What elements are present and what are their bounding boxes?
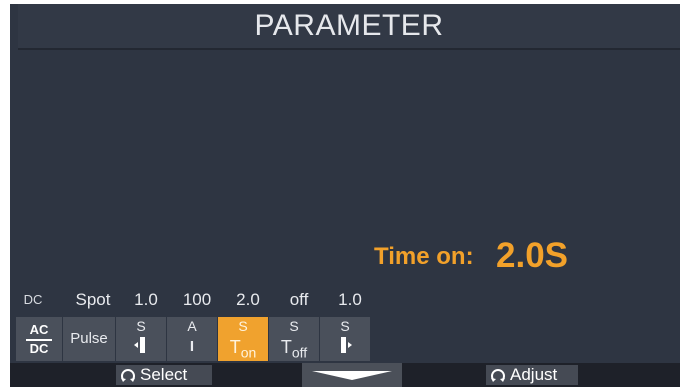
- value-current: 100: [182, 290, 212, 309]
- param-downslope[interactable]: S: [320, 317, 371, 361]
- readout-label: Time on:: [374, 243, 474, 270]
- time-off-symbol: Toff: [281, 334, 307, 366]
- time-off-letter: T: [280, 337, 292, 357]
- value-time-off: off: [289, 290, 309, 309]
- rotary-knob-icon: [121, 369, 135, 382]
- value-mode: Spot: [75, 290, 111, 309]
- value-current-type: DC: [23, 292, 43, 307]
- time-on-letter: T: [229, 337, 241, 357]
- upslope-unit: S: [136, 318, 146, 334]
- chevron-down-icon: [312, 371, 392, 380]
- param-upslope[interactable]: S: [116, 317, 167, 361]
- current-unit: A: [187, 318, 197, 334]
- display-screen: PARAMETER Time on: 2.0S DC Spot 1.0 100 …: [10, 4, 680, 387]
- select-softkey[interactable]: Select: [116, 365, 212, 385]
- time-off-subscript: off: [291, 344, 308, 361]
- readout-value: 2.0S: [496, 236, 569, 275]
- upslope-icon: [134, 337, 145, 353]
- parameter-icon-row: AC DC Pulse S A I S Ton S Toff S: [16, 317, 380, 361]
- time-on-unit: S: [238, 318, 248, 334]
- current-symbol: I: [189, 338, 195, 355]
- dc-label: DC: [29, 341, 49, 356]
- adjust-label: Adjust: [510, 365, 558, 384]
- adjust-softkey[interactable]: Adjust: [486, 365, 578, 385]
- ac-label: AC: [29, 322, 49, 337]
- param-current[interactable]: A I: [167, 317, 218, 361]
- value-downslope: 1.0: [338, 290, 362, 309]
- pulse-button[interactable]: Pulse: [63, 317, 116, 361]
- value-time-on: 2.0: [236, 290, 260, 309]
- softkey-bar: Select Adjust: [10, 363, 680, 387]
- downslope-icon: [341, 337, 352, 353]
- ac-dc-toggle[interactable]: AC DC: [16, 317, 63, 361]
- rotary-knob-icon: [491, 369, 505, 382]
- parameter-readout: Time on: 2.0S: [374, 236, 568, 276]
- value-upslope: 1.0: [134, 290, 158, 309]
- down-arrow-softkey[interactable]: [302, 363, 402, 387]
- downslope-unit: S: [340, 318, 350, 334]
- time-on-subscript: on: [240, 344, 257, 361]
- page-title: PARAMETER: [18, 4, 680, 50]
- time-on-symbol: Ton: [230, 334, 257, 366]
- param-time-off[interactable]: S Toff: [269, 317, 320, 361]
- time-off-unit: S: [289, 318, 299, 334]
- select-label: Select: [140, 365, 188, 384]
- param-time-on[interactable]: S Ton: [218, 317, 269, 361]
